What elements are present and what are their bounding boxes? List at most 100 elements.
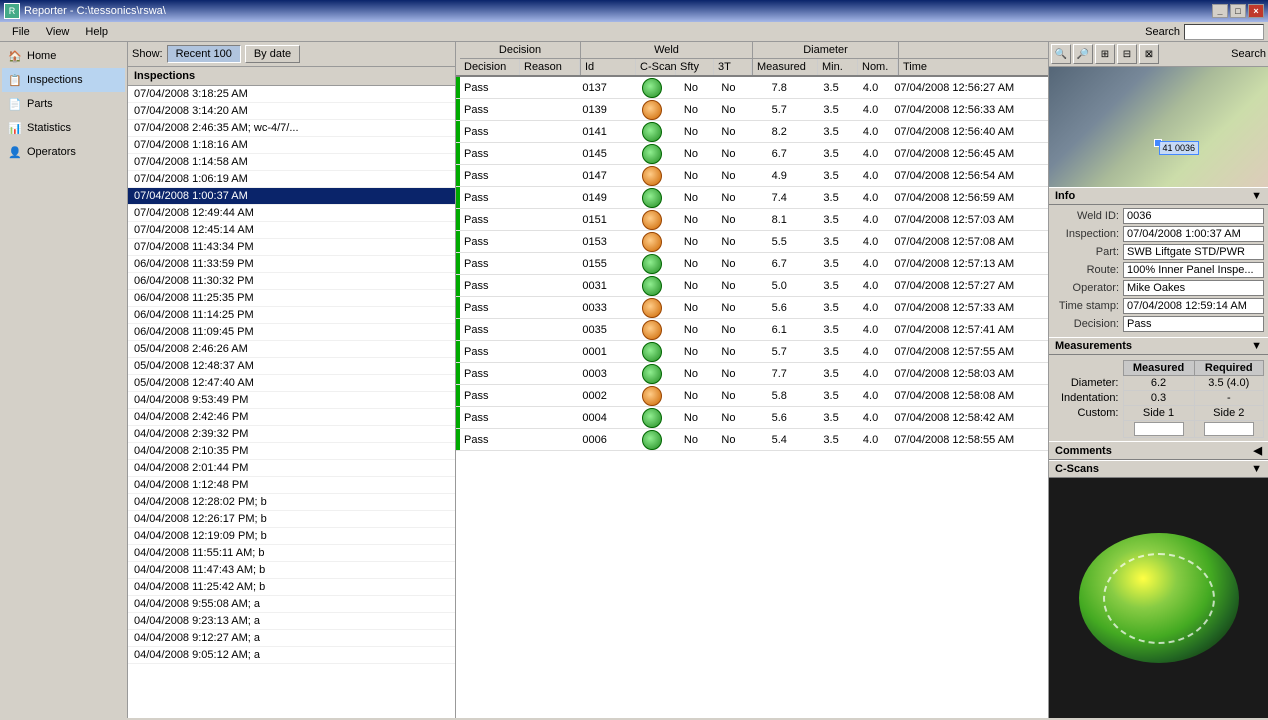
sidebar-item-operators[interactable]: 👤 Operators — [2, 140, 125, 164]
inspection-list-item[interactable]: 07/04/2008 1:00:37 AM — [128, 188, 455, 205]
table-row[interactable]: Pass0141NoNo8.23.54.007/04/2008 12:56:40… — [456, 121, 1048, 143]
table-row[interactable]: Pass0002NoNo5.83.54.007/04/2008 12:58:08… — [456, 385, 1048, 407]
zoom-out-button[interactable]: 🔎 — [1073, 44, 1093, 64]
table-row[interactable]: Pass0033NoNo5.63.54.007/04/2008 12:57:33… — [456, 297, 1048, 319]
layout-btn2[interactable]: ⊟ — [1117, 44, 1137, 64]
inspection-list-item[interactable]: 04/04/2008 2:01:44 PM — [128, 460, 455, 477]
inspection-list-item[interactable]: 04/04/2008 9:55:08 AM; a — [128, 596, 455, 613]
table-row[interactable]: Pass0003NoNo7.73.54.007/04/2008 12:58:03… — [456, 363, 1048, 385]
cscans-header[interactable]: C-Scans ▼ — [1049, 460, 1268, 478]
inspection-list-item[interactable]: 04/04/2008 9:05:12 AM; a — [128, 647, 455, 664]
inspection-list-item[interactable]: 07/04/2008 1:06:19 AM — [128, 171, 455, 188]
inspection-list-item[interactable]: 06/04/2008 11:30:32 PM — [128, 273, 455, 290]
info-header[interactable]: Info ▼ — [1049, 187, 1268, 205]
inspection-list-item[interactable]: 07/04/2008 1:14:58 AM — [128, 154, 455, 171]
inspection-list-item[interactable]: 07/04/2008 2:46:35 AM; wc-4/7/... — [128, 120, 455, 137]
custom-side2-input[interactable] — [1204, 422, 1254, 436]
indentation-label: Indentation: — [1053, 391, 1123, 406]
table-row[interactable]: Pass0147NoNo4.93.54.007/04/2008 12:56:54… — [456, 165, 1048, 187]
inspection-label: Inspection: — [1053, 228, 1123, 240]
comments-collapse-icon[interactable]: ◀ — [1254, 444, 1262, 457]
col-decision: Decision — [460, 59, 520, 75]
zoom-in-button[interactable]: 🔍 — [1051, 44, 1071, 64]
close-button[interactable]: × — [1248, 4, 1264, 18]
custom-side1-input[interactable] — [1134, 422, 1184, 436]
table-row[interactable]: Pass0149NoNo7.43.54.007/04/2008 12:56:59… — [456, 187, 1048, 209]
table-cell: No — [710, 257, 748, 271]
table-row[interactable]: Pass0006NoNo5.43.54.007/04/2008 12:58:55… — [456, 429, 1048, 451]
measurements-header[interactable]: Measurements ▼ — [1049, 337, 1268, 355]
menu-view[interactable]: View — [38, 24, 78, 40]
inspection-list-item[interactable]: 05/04/2008 12:47:40 AM — [128, 375, 455, 392]
table-cell: No — [710, 213, 748, 227]
inspection-list-item[interactable]: 07/04/2008 3:14:20 AM — [128, 103, 455, 120]
inspection-list-item[interactable]: 07/04/2008 11:43:34 PM — [128, 239, 455, 256]
search-input[interactable] — [1184, 24, 1264, 40]
table-row[interactable]: Pass0151NoNo8.13.54.007/04/2008 12:57:03… — [456, 209, 1048, 231]
inspection-list-item[interactable]: 04/04/2008 2:10:35 PM — [128, 443, 455, 460]
menu-help[interactable]: Help — [77, 24, 116, 40]
cscans-collapse-icon[interactable]: ▼ — [1251, 463, 1262, 475]
table-cell: 07/04/2008 12:58:08 AM — [890, 389, 1048, 403]
measurements-collapse-icon[interactable]: ▼ — [1251, 340, 1262, 352]
recent-100-button[interactable]: Recent 100 — [167, 45, 241, 63]
by-date-button[interactable]: By date — [245, 45, 300, 63]
table-row[interactable]: Pass0035NoNo6.13.54.007/04/2008 12:57:41… — [456, 319, 1048, 341]
inspection-list-item[interactable]: 04/04/2008 12:19:09 PM; b — [128, 528, 455, 545]
sidebar-item-home[interactable]: 🏠 Home — [2, 44, 125, 68]
info-collapse-icon[interactable]: ▼ — [1251, 190, 1262, 202]
table-cell: No — [672, 235, 710, 249]
table-row[interactable]: Pass0139NoNo5.73.54.007/04/2008 12:56:33… — [456, 99, 1048, 121]
sidebar-item-inspections[interactable]: 📋 Inspections — [2, 68, 125, 92]
minimize-button[interactable]: _ — [1212, 4, 1228, 18]
inspection-list-item[interactable]: 07/04/2008 12:45:14 AM — [128, 222, 455, 239]
table-row[interactable]: Pass0031NoNo5.03.54.007/04/2008 12:57:27… — [456, 275, 1048, 297]
comments-header[interactable]: Comments ◀ — [1049, 441, 1268, 460]
cscan-preview — [1049, 478, 1268, 718]
inspection-list-item[interactable]: 04/04/2008 12:28:02 PM; b — [128, 494, 455, 511]
custom-side2-header: Side 2 — [1194, 406, 1263, 421]
table-row[interactable]: Pass0001NoNo5.73.54.007/04/2008 12:57:55… — [456, 341, 1048, 363]
measurements-table: Measured Required Diameter: 6.2 3.5 (4.0… — [1053, 360, 1264, 438]
inspection-list-item[interactable]: 06/04/2008 11:25:35 PM — [128, 290, 455, 307]
inspection-list-item[interactable]: 06/04/2008 11:09:45 PM — [128, 324, 455, 341]
grid-header: Decision Decision Reason Weld Id C-Scan … — [456, 42, 1048, 77]
table-row[interactable]: Pass0137NoNo7.83.54.007/04/2008 12:56:27… — [456, 77, 1048, 99]
sidebar-item-parts[interactable]: 📄 Parts — [2, 92, 125, 116]
inspection-list-item[interactable]: 05/04/2008 2:46:26 AM — [128, 341, 455, 358]
menu-file[interactable]: File — [4, 24, 38, 40]
table-cell: No — [710, 103, 748, 117]
statistics-icon: 📊 — [7, 120, 23, 136]
inspection-list-item[interactable]: 04/04/2008 2:39:32 PM — [128, 426, 455, 443]
inspection-list-item[interactable]: 04/04/2008 11:25:42 AM; b — [128, 579, 455, 596]
table-row[interactable]: Pass0145NoNo6.73.54.007/04/2008 12:56:45… — [456, 143, 1048, 165]
table-cell: 3.5 — [811, 433, 851, 447]
operator-label: Operator: — [1053, 282, 1123, 294]
inspection-list-item[interactable]: 04/04/2008 11:55:11 AM; b — [128, 545, 455, 562]
table-row[interactable]: Pass0004NoNo5.63.54.007/04/2008 12:58:42… — [456, 407, 1048, 429]
inspection-list-item[interactable]: 04/04/2008 12:26:17 PM; b — [128, 511, 455, 528]
inspection-list-item[interactable]: 04/04/2008 2:42:46 PM — [128, 409, 455, 426]
inspection-list-item[interactable]: 07/04/2008 12:49:44 AM — [128, 205, 455, 222]
fit-button[interactable]: ⊠ — [1139, 44, 1159, 64]
inspection-list-item[interactable]: 07/04/2008 1:18:16 AM — [128, 137, 455, 154]
table-row[interactable]: Pass0153NoNo5.53.54.007/04/2008 12:57:08… — [456, 231, 1048, 253]
inspection-list-item[interactable]: 05/04/2008 12:48:37 AM — [128, 358, 455, 375]
table-cell: 4.0 — [851, 147, 891, 161]
table-row[interactable]: Pass0155NoNo6.73.54.007/04/2008 12:57:13… — [456, 253, 1048, 275]
inspection-list-item[interactable]: 04/04/2008 9:53:49 PM — [128, 392, 455, 409]
inspection-list-item[interactable]: 06/04/2008 11:14:25 PM — [128, 307, 455, 324]
window-controls[interactable]: _ □ × — [1212, 4, 1264, 18]
inspection-list-item[interactable]: 04/04/2008 11:47:43 AM; b — [128, 562, 455, 579]
sidebar-item-statistics[interactable]: 📊 Statistics — [2, 116, 125, 140]
maximize-button[interactable]: □ — [1230, 4, 1246, 18]
inspection-list-item[interactable]: 06/04/2008 11:33:59 PM — [128, 256, 455, 273]
layout-btn1[interactable]: ⊞ — [1095, 44, 1115, 64]
right-panel-toolbar: 🔍 🔎 ⊞ ⊟ ⊠ Search — [1049, 42, 1268, 67]
inspection-list-item[interactable]: 04/04/2008 9:23:13 AM; a — [128, 613, 455, 630]
inspections-list[interactable]: 07/04/2008 3:18:25 AM07/04/2008 3:14:20 … — [128, 86, 455, 718]
inspection-list-item[interactable]: 07/04/2008 3:18:25 AM — [128, 86, 455, 103]
inspection-list-item[interactable]: 04/04/2008 1:12:48 PM — [128, 477, 455, 494]
inspection-list-item[interactable]: 04/04/2008 9:12:27 AM; a — [128, 630, 455, 647]
grid-body[interactable]: Pass0137NoNo7.83.54.007/04/2008 12:56:27… — [456, 77, 1048, 718]
